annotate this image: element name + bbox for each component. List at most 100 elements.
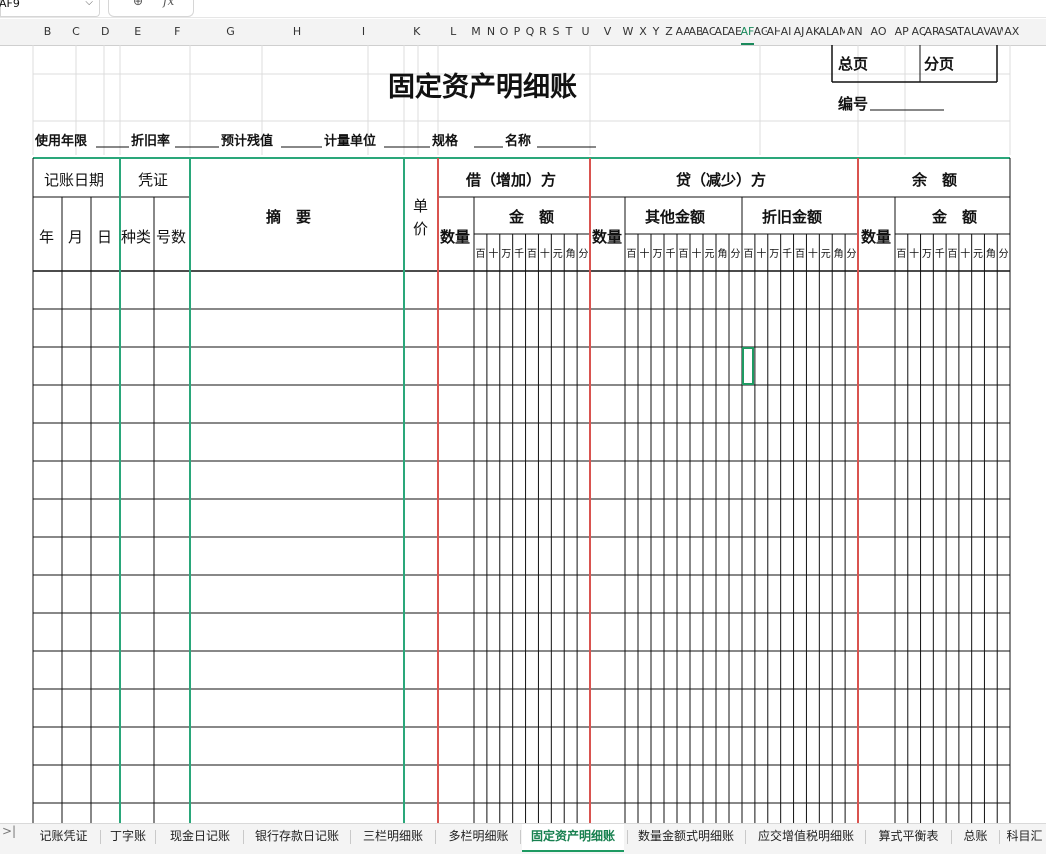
column-header-at[interactable]: AT bbox=[951, 19, 964, 45]
formula-tools: ⊕ fx bbox=[108, 0, 194, 17]
sheet-tab[interactable]: 现金日记账 bbox=[160, 824, 240, 850]
column-header-as[interactable]: AS bbox=[938, 19, 951, 45]
column-header-b[interactable]: B bbox=[33, 19, 62, 45]
column-header-t[interactable]: T bbox=[563, 19, 576, 45]
digit-header: 元 bbox=[973, 249, 984, 260]
column-header-aw[interactable]: AW bbox=[990, 19, 1003, 45]
sheet-tab-bar: >| 记账凭证 丁字账 现金日记账 银行存款日记账 三栏明细账 多栏明细账 固定资产明细账数… bbox=[0, 823, 1046, 854]
sheet-tab[interactable]: 丁字账 bbox=[104, 824, 152, 850]
header-other-amount: 其他金额 bbox=[645, 208, 706, 226]
column-header-w[interactable]: W bbox=[620, 19, 637, 45]
column-header-n[interactable]: N bbox=[485, 19, 498, 45]
formula-bar: AF9 ⌵ ⊕ fx bbox=[0, 0, 1046, 18]
digit-header: 十 bbox=[960, 249, 971, 260]
column-header-ax[interactable]: AX bbox=[1003, 19, 1022, 45]
function-icon[interactable]: fx bbox=[163, 0, 174, 8]
digit-header: 十 bbox=[909, 249, 920, 260]
column-header-bar: B C D E F G H I K L M N O P Q R S T U V W X Y Z AA AB AC AD AE AF AG AH… bbox=[0, 19, 1046, 46]
digit-header: 千 bbox=[665, 249, 676, 260]
column-header-e[interactable]: E bbox=[121, 19, 156, 45]
sheet-tab[interactable]: 银行存款日记账 bbox=[247, 824, 347, 850]
column-header-k[interactable]: K bbox=[395, 19, 440, 45]
digit-header: 角 bbox=[717, 249, 728, 260]
sheet-tab[interactable]: 科目汇 bbox=[1003, 824, 1046, 850]
digit-header: 百 bbox=[678, 249, 689, 260]
column-header-q[interactable]: Q bbox=[524, 19, 537, 45]
column-header-u[interactable]: U bbox=[576, 19, 596, 45]
info-unit: 计量单位 bbox=[324, 134, 377, 149]
sheet-tab[interactable]: 多栏明细账 bbox=[440, 824, 517, 850]
header-number: 号数 bbox=[156, 228, 187, 246]
cell-reference: AF9 bbox=[0, 0, 20, 10]
sheet-tab[interactable]: 总账 bbox=[955, 824, 996, 850]
column-header-r[interactable]: R bbox=[537, 19, 550, 45]
column-header-o[interactable]: O bbox=[498, 19, 511, 45]
sheet-tab[interactable]: 记账凭证 bbox=[30, 824, 97, 850]
column-header-am[interactable]: AM bbox=[832, 19, 845, 45]
sheet-tab[interactable]: 数量金额式明细账 bbox=[630, 824, 742, 850]
column-header-ae[interactable]: AE bbox=[728, 19, 741, 45]
column-header-h[interactable]: H bbox=[262, 19, 333, 45]
header-credit: 贷（减少）方 bbox=[676, 171, 767, 189]
tab-separator bbox=[951, 830, 952, 844]
info-spec: 规格 bbox=[432, 134, 459, 149]
digit-header: 十 bbox=[807, 249, 818, 260]
header-summary: 摘 要 bbox=[266, 208, 312, 226]
tab-nav-icon[interactable]: >| bbox=[2, 824, 16, 838]
column-header-d[interactable]: D bbox=[90, 19, 121, 45]
spreadsheet-grid[interactable]: 固定资产明细账 总页 分页 编号 使用年限 折旧率 预计残值 计量单位 规格 名… bbox=[0, 45, 1046, 823]
name-box[interactable]: AF9 ⌵ bbox=[0, 0, 100, 17]
column-header-g[interactable]: G bbox=[200, 19, 262, 45]
tab-separator bbox=[350, 830, 351, 844]
header-debit: 借（增加）方 bbox=[466, 171, 557, 189]
column-header-ac[interactable]: AC bbox=[702, 19, 715, 45]
column-header-al[interactable]: AL bbox=[819, 19, 832, 45]
column-header-ab[interactable]: AB bbox=[689, 19, 702, 45]
column-header-aq[interactable]: AQ bbox=[912, 19, 925, 45]
column-header-i[interactable]: I bbox=[333, 19, 395, 45]
digit-header: 十 bbox=[488, 249, 499, 260]
selected-cell[interactable] bbox=[742, 347, 754, 385]
column-header-ai[interactable]: AI bbox=[780, 19, 793, 45]
column-header-p[interactable]: P bbox=[511, 19, 524, 45]
digit-header: 万 bbox=[769, 249, 780, 260]
tab-separator bbox=[520, 830, 521, 844]
column-header-ap[interactable]: AP bbox=[892, 19, 912, 45]
column-header-ao[interactable]: AO bbox=[865, 19, 892, 45]
digit-header: 元 bbox=[704, 249, 715, 260]
column-header-ad[interactable]: AD bbox=[715, 19, 728, 45]
column-header-y[interactable]: Y bbox=[650, 19, 663, 45]
column-header-av[interactable]: AV bbox=[977, 19, 990, 45]
header-date: 记账日期 bbox=[44, 171, 105, 189]
column-header-m[interactable]: M bbox=[468, 19, 485, 45]
digit-header: 分 bbox=[578, 249, 589, 260]
column-header-ar[interactable]: AR bbox=[925, 19, 938, 45]
column-header-z[interactable]: Z bbox=[663, 19, 676, 45]
column-header-v[interactable]: V bbox=[596, 19, 620, 45]
digit-header: 百 bbox=[794, 249, 805, 260]
sheet-tab[interactable]: 应交增值税明细账 bbox=[750, 824, 862, 850]
column-header-l[interactable]: L bbox=[439, 19, 468, 45]
column-header-au[interactable]: AU bbox=[964, 19, 977, 45]
sheet-tab[interactable]: 三栏明细账 bbox=[354, 824, 432, 850]
column-header-s[interactable]: S bbox=[550, 19, 563, 45]
column-header-aa[interactable]: AA bbox=[676, 19, 689, 45]
column-header-aj[interactable]: AJ bbox=[793, 19, 806, 45]
sheet-tab[interactable]: 固定资产明细账 bbox=[522, 824, 624, 852]
chevron-down-icon[interactable]: ⌵ bbox=[85, 0, 93, 10]
column-header-ah[interactable]: AH bbox=[767, 19, 780, 45]
column-header-x[interactable]: X bbox=[637, 19, 650, 45]
column-header-c[interactable]: C bbox=[62, 19, 90, 45]
ledger-title: 固定资产明细账 bbox=[388, 72, 577, 103]
column-header-f[interactable]: F bbox=[155, 19, 200, 45]
column-header-an[interactable]: AN bbox=[845, 19, 866, 45]
column-header-ag[interactable]: AG bbox=[754, 19, 767, 45]
header-unit-price-2: 价 bbox=[413, 220, 429, 238]
column-header-ak[interactable]: AK bbox=[806, 19, 819, 45]
column-header-af[interactable]: AF bbox=[740, 19, 754, 45]
zoom-icon[interactable]: ⊕ bbox=[133, 0, 143, 8]
digit-header: 千 bbox=[934, 249, 945, 260]
header-voucher: 凭证 bbox=[138, 171, 169, 189]
sheet-tab[interactable]: 算式平衡表 bbox=[869, 824, 948, 850]
tab-separator bbox=[745, 830, 746, 844]
